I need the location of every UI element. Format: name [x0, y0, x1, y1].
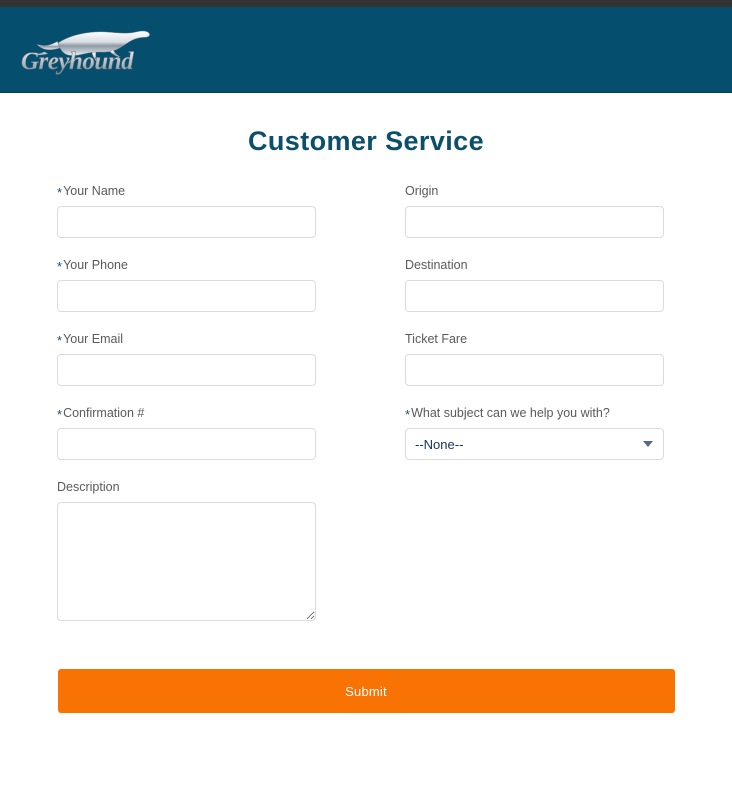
field-description: Description [57, 479, 316, 626]
field-subject: *What subject can we help you with? --No… [405, 405, 664, 460]
required-asterisk-icon: * [57, 185, 63, 200]
column-gap [316, 183, 405, 645]
label-description: Description [57, 479, 316, 495]
field-ticket-fare: Ticket Fare [405, 331, 664, 386]
your-name-input[interactable] [57, 206, 316, 238]
label-confirmation-number: *Confirmation # [57, 405, 316, 422]
field-destination: Destination [405, 257, 664, 312]
label-destination: Destination [405, 257, 664, 273]
field-confirmation-number: *Confirmation # [57, 405, 316, 460]
form-left-column: *Your Name *Your Phone *Your Email *Conf… [57, 183, 316, 645]
label-your-name: *Your Name [57, 183, 316, 200]
svg-text:Greyhound: Greyhound [21, 48, 134, 75]
greyhound-dog-icon: Greyhound [21, 30, 150, 75]
label-text: Your Phone [63, 258, 128, 272]
submit-button[interactable]: Submit [57, 669, 675, 713]
required-asterisk-icon: * [57, 407, 63, 422]
label-your-phone: *Your Phone [57, 257, 316, 274]
label-text: Origin [405, 184, 439, 198]
label-your-email: *Your Email [57, 331, 316, 348]
required-asterisk-icon: * [57, 333, 63, 348]
page-title: Customer Service [247, 126, 484, 156]
label-text: Your Email [63, 332, 124, 346]
label-text: Description [57, 480, 120, 494]
field-your-phone: *Your Phone [57, 257, 316, 312]
top-browser-strip [0, 0, 732, 7]
subject-select[interactable]: --None-- [405, 428, 664, 460]
ticket-fare-input[interactable] [405, 354, 664, 386]
label-text: Your Name [63, 184, 126, 198]
required-asterisk-icon: * [57, 259, 63, 274]
field-origin: Origin [405, 183, 664, 238]
label-ticket-fare: Ticket Fare [405, 331, 664, 347]
label-text: Ticket Fare [405, 332, 468, 346]
your-phone-input[interactable] [57, 280, 316, 312]
label-origin: Origin [405, 183, 664, 199]
your-email-input[interactable] [57, 354, 316, 386]
field-your-email: *Your Email [57, 331, 316, 386]
destination-input[interactable] [405, 280, 664, 312]
brand-header: Greyhound [0, 7, 732, 93]
origin-input[interactable] [405, 206, 664, 238]
label-subject: *What subject can we help you with? [405, 405, 664, 422]
field-your-name: *Your Name [57, 183, 316, 238]
submit-row: Submit [0, 669, 732, 713]
required-asterisk-icon: * [405, 407, 411, 422]
form-right-column: Origin Destination Ticket Fare *What sub… [405, 183, 664, 645]
label-text: Confirmation # [63, 406, 145, 420]
label-text: What subject can we help you with? [411, 406, 610, 420]
greyhound-logo[interactable]: Greyhound [18, 25, 198, 80]
label-text: Destination [405, 258, 468, 272]
confirmation-number-input[interactable] [57, 428, 316, 460]
customer-service-form: *Your Name *Your Phone *Your Email *Conf… [0, 165, 732, 713]
description-textarea[interactable] [57, 502, 316, 621]
